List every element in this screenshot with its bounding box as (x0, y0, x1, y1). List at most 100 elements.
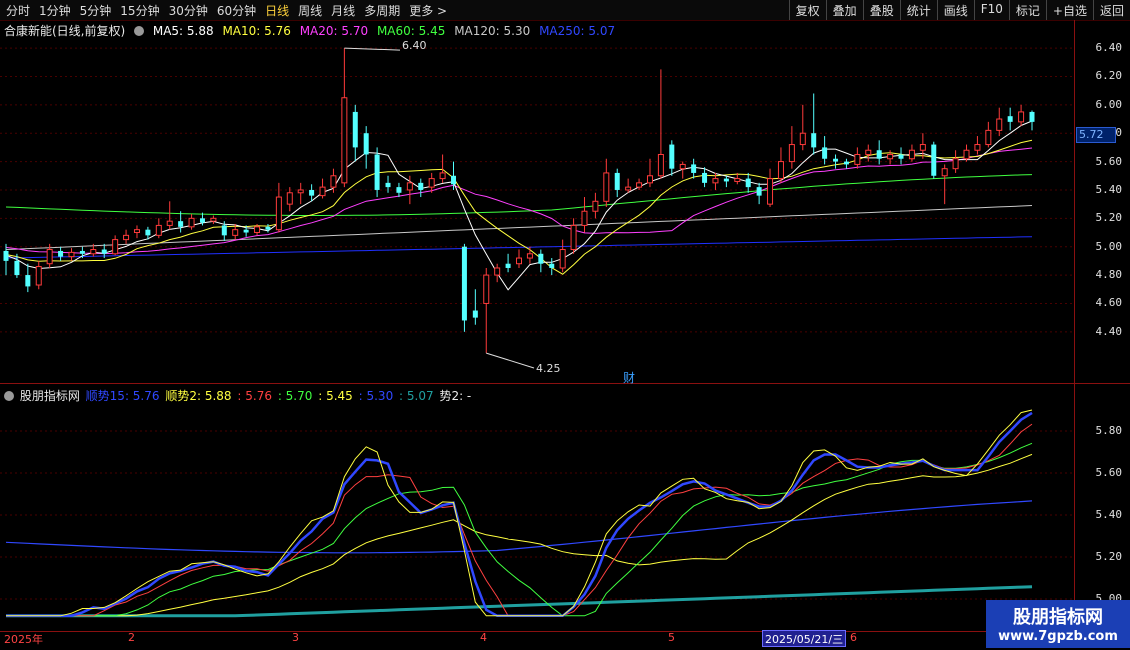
candle-body (854, 153, 861, 165)
candle-body (309, 189, 315, 196)
candle-body (275, 196, 282, 231)
ma60-line (5, 174, 1033, 216)
high-mark: 6.40 (402, 39, 427, 52)
candle-body (1007, 116, 1013, 122)
indicator-line-5 (5, 500, 1033, 554)
price-tick: 6.20 (1095, 69, 1123, 83)
candle-body (243, 229, 249, 233)
candle-body (352, 111, 358, 148)
candle-body (516, 257, 522, 265)
candle-body (636, 182, 643, 188)
candle-body (570, 224, 577, 251)
candle-body (745, 178, 751, 188)
candle-body (734, 178, 741, 182)
candle-body (46, 249, 53, 265)
candle-body (14, 260, 20, 276)
candle-body (996, 118, 1003, 131)
watermark-url: www.7gpzb.com (998, 629, 1118, 644)
candle-body (199, 218, 205, 223)
candle-body (297, 189, 304, 194)
candle-body (25, 275, 31, 287)
candle-body (363, 133, 369, 155)
date-tick: 4 (480, 631, 487, 644)
price-tick: 5.40 (1095, 182, 1123, 196)
candle-body (494, 267, 501, 276)
candle-body (799, 132, 806, 146)
candle-body (887, 153, 894, 160)
candle-body (691, 164, 697, 173)
candle-body (319, 186, 326, 197)
watermark: 股朋指标网 www.7gpzb.com (986, 600, 1130, 648)
candle-body (418, 182, 424, 190)
indicator-tick: 5.40 (1095, 508, 1123, 521)
candle-body (406, 182, 413, 191)
candle-body (1029, 111, 1035, 122)
candle-body (1018, 111, 1025, 123)
candle-body (581, 210, 588, 226)
candle-body (865, 149, 872, 155)
date-tick: 6 (850, 631, 857, 644)
price-tick: 6.40 (1095, 41, 1123, 55)
candle-body (483, 274, 490, 304)
candle-body (669, 144, 675, 169)
candle-body (439, 172, 446, 180)
date-tick: 2 (128, 631, 135, 644)
candle-body (461, 246, 467, 321)
price-tick: 5.20 (1095, 211, 1123, 225)
candle-body (286, 192, 293, 205)
candle-body (679, 163, 686, 170)
candle-body (919, 144, 926, 151)
candle-body (931, 144, 937, 176)
candle-body (526, 253, 533, 259)
candle-body (702, 172, 708, 183)
finance-marker[interactable]: 财 (623, 369, 635, 386)
candle-body (712, 178, 719, 184)
date-axis: 2025年 2 3 4 5 6 (0, 631, 1074, 650)
candle-body (788, 144, 795, 163)
price-tick: 5.00 (1095, 239, 1123, 253)
candle-body (833, 158, 839, 162)
candle-body (614, 172, 620, 190)
indicator-line-2 (6, 423, 1033, 617)
date-tick: 3 (292, 631, 299, 644)
candle-body (396, 187, 402, 193)
candle-body (428, 178, 435, 188)
candle-body (374, 154, 380, 190)
candle-body (811, 133, 817, 148)
kline-chart[interactable] (0, 0, 1130, 650)
date-tick: 2025年 (4, 633, 43, 646)
ma20-line (5, 147, 1033, 255)
candle-body (963, 149, 970, 160)
candle-body (657, 153, 664, 177)
indicator-tick: 5.80 (1095, 424, 1123, 437)
indicator-line-3 (6, 442, 1033, 617)
candle-body (254, 226, 261, 234)
candle-body (559, 249, 566, 269)
candle-body (974, 144, 981, 151)
candle-body (188, 217, 195, 228)
candle-body (898, 154, 904, 159)
indicator-tick: 5.60 (1095, 466, 1123, 479)
candle-body (133, 229, 140, 234)
candle-body (549, 263, 555, 268)
candle-body (985, 129, 992, 146)
indicator-tick: 5.20 (1095, 550, 1123, 563)
candle-body (35, 266, 42, 286)
candle-body (178, 221, 184, 227)
price-tick: 4.80 (1095, 268, 1123, 282)
candle-body (822, 147, 828, 159)
candle-body (79, 250, 85, 254)
candle-body (232, 229, 239, 236)
candle-body (646, 175, 653, 184)
indicator-line-thick (6, 411, 1033, 618)
low-mark: 4.25 (536, 362, 561, 375)
last-price-flag: 5.72 (1076, 127, 1116, 143)
crosshair-date: 2025/05/21/三 (762, 630, 847, 647)
candle-body (112, 239, 119, 255)
candle-body (265, 226, 271, 230)
candle-body (876, 150, 882, 159)
candle-body (952, 158, 959, 170)
candle-body (843, 161, 849, 165)
axis-divider (1074, 20, 1075, 632)
candle-body (767, 178, 774, 205)
